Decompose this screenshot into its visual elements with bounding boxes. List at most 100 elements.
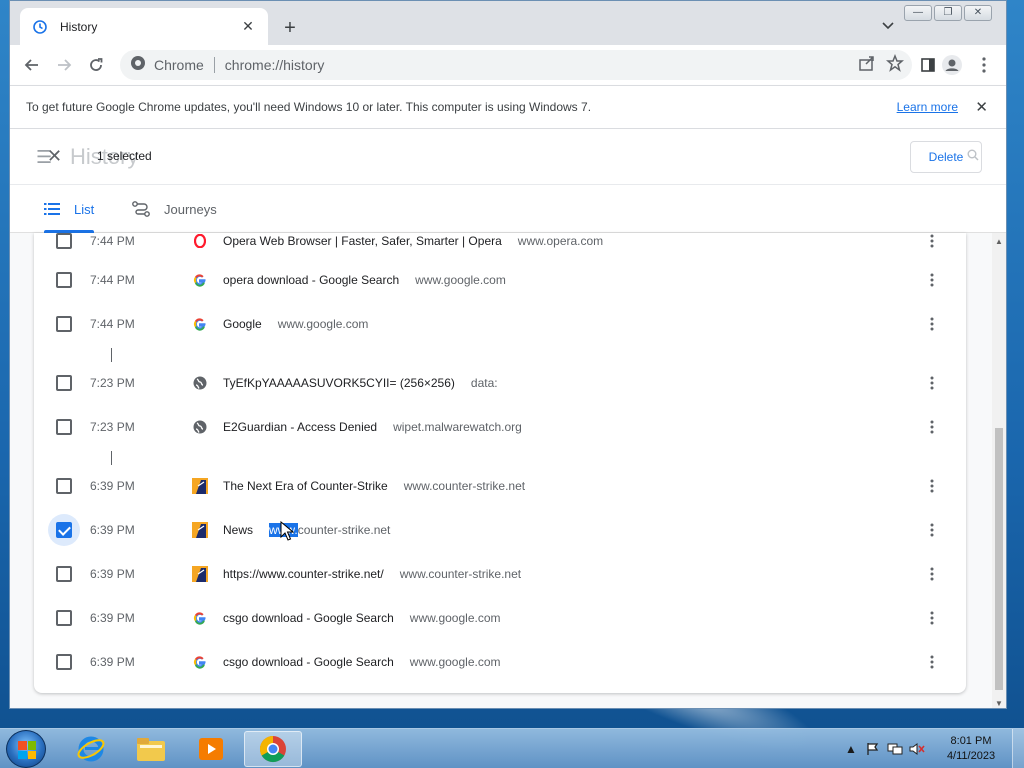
vertical-scrollbar[interactable]: ▲ ▼	[992, 233, 1006, 708]
list-icon	[44, 203, 60, 215]
tab-journeys-label: Journeys	[164, 201, 217, 217]
row-checkbox[interactable]	[56, 610, 72, 626]
page-title-text: TyEfKpYAAAAASUVORK5CYII= (256×256)	[223, 376, 455, 390]
delete-button[interactable]: Delete	[910, 141, 982, 173]
show-desktop-button[interactable]	[1012, 729, 1024, 768]
history-page: ☰ History ✕ 1 selected Delete List Journ…	[10, 129, 1006, 708]
history-entry-title[interactable]: csgo download - Google Search www.google.…	[223, 655, 501, 669]
row-more-actions-icon[interactable]	[924, 522, 940, 538]
row-checkbox[interactable]	[56, 272, 72, 288]
network-icon[interactable]	[886, 741, 904, 757]
tab-history[interactable]: History ✕	[20, 8, 268, 45]
taskbar-media-player[interactable]	[182, 731, 240, 767]
scroll-up-arrow-icon[interactable]: ▲	[995, 237, 1003, 246]
history-row[interactable]: 6:39 PM https://www.counter-strike.net/w…	[34, 552, 966, 596]
page-title-text: csgo download - Google Search	[223, 655, 394, 669]
learn-more-link[interactable]: Learn more	[897, 100, 958, 114]
visit-time: 7:23 PM	[90, 376, 135, 390]
history-entry-title[interactable]: TyEfKpYAAAAASUVORK5CYII= (256×256) data:	[223, 376, 498, 390]
taskbar-file-explorer[interactable]	[122, 731, 180, 767]
row-checkbox[interactable]	[56, 419, 72, 435]
back-button[interactable]	[16, 49, 48, 81]
maximize-button[interactable]: ❐	[934, 5, 962, 21]
history-row[interactable]: 6:39 PM The Next Era of Counter-Strike ww…	[34, 464, 966, 508]
row-checkbox[interactable]	[56, 375, 72, 391]
history-entry-title[interactable]: E2Guardian - Access Denied wipet.malwarew…	[223, 420, 522, 434]
history-row[interactable]: 7:44 PM Google www.google.com	[34, 302, 966, 346]
tab-journeys[interactable]: Journeys	[132, 185, 217, 233]
history-entry-title[interactable]: Google www.google.com	[223, 317, 368, 331]
system-tray: ▲ 8:01 PM 4/11/2023	[842, 729, 1024, 768]
start-button[interactable]	[6, 730, 46, 768]
row-more-actions-icon[interactable]	[924, 566, 940, 582]
forward-arrow-icon	[58, 59, 72, 71]
history-row[interactable]: 6:39 PM csgo download - Google Search www…	[34, 596, 966, 640]
row-checkbox[interactable]	[56, 233, 72, 249]
row-more-actions-icon[interactable]	[924, 478, 940, 494]
taskbar: ▲ 8:01 PM 4/11/2023	[0, 728, 1024, 768]
history-entry-title[interactable]: csgo download - Google Search www.google.…	[223, 611, 501, 625]
row-checkbox-checked[interactable]	[56, 522, 72, 538]
tab-list[interactable]: List	[44, 185, 95, 233]
row-more-actions-icon[interactable]	[924, 419, 940, 435]
show-hidden-icons-icon[interactable]: ▲	[842, 741, 860, 757]
visit-time: 7:44 PM	[90, 273, 135, 287]
row-checkbox[interactable]	[56, 478, 72, 494]
history-row[interactable]: 6:39 PM csgo download - Google Search www…	[34, 640, 966, 684]
history-entry-title[interactable]: The Next Era of Counter-Strike www.counte…	[223, 479, 525, 493]
reload-button[interactable]	[80, 49, 112, 81]
row-checkbox[interactable]	[56, 316, 72, 332]
close-window-button[interactable]: ✕	[964, 5, 992, 21]
scrollbar-thumb[interactable]	[995, 428, 1003, 690]
row-more-actions-icon[interactable]	[924, 654, 940, 670]
tab-close-icon[interactable]: ✕	[238, 17, 258, 37]
profile-button[interactable]	[936, 49, 968, 81]
row-more-actions-icon[interactable]	[924, 375, 940, 391]
volume-muted-icon[interactable]	[908, 741, 926, 757]
opera-favicon-icon	[192, 233, 208, 249]
tab-list-label: List	[74, 201, 95, 217]
side-panel-icon	[921, 58, 935, 72]
taskbar-chrome[interactable]	[244, 731, 302, 767]
row-checkbox[interactable]	[56, 566, 72, 582]
row-checkbox[interactable]	[56, 654, 72, 670]
action-center-flag-icon[interactable]	[864, 741, 882, 757]
url-text[interactable]: chrome://history	[225, 57, 325, 73]
chrome-menu-button[interactable]	[968, 49, 1000, 81]
scroll-down-arrow-icon[interactable]: ▼	[995, 699, 1003, 708]
row-more-actions-icon[interactable]	[924, 316, 940, 332]
tab-search-icon[interactable]	[878, 19, 898, 39]
row-more-actions-icon[interactable]	[924, 272, 940, 288]
taskbar-internet-explorer[interactable]	[62, 731, 120, 767]
history-entry-title[interactable]: Newswww.counter-strike.net	[223, 523, 390, 537]
share-icon[interactable]	[858, 54, 876, 77]
selected-count: 1 selected	[97, 149, 152, 163]
history-entry-title[interactable]: Opera Web Browser | Faster, Safer, Smart…	[223, 234, 603, 248]
history-row[interactable]: 7:23 PM TyEfKpYAAAAASUVORK5CYII= (256×25…	[34, 361, 966, 405]
history-entry-title[interactable]: https://www.counter-strike.net/www.count…	[223, 567, 521, 581]
row-more-actions-icon[interactable]	[924, 610, 940, 626]
clear-selection-icon[interactable]: ✕	[47, 146, 62, 167]
forward-button[interactable]	[48, 49, 80, 81]
update-infobar: To get future Google Chrome updates, you…	[10, 85, 1006, 129]
address-bar[interactable]: Chrome chrome://history	[120, 50, 912, 80]
page-title-text: Opera Web Browser | Faster, Safer, Smart…	[223, 234, 502, 248]
clock-date: 4/11/2023	[946, 750, 996, 762]
history-entry-title[interactable]: opera download - Google Search www.google…	[223, 273, 506, 287]
infobar-message: To get future Google Chrome updates, you…	[26, 100, 592, 114]
omnibox-actions	[858, 53, 904, 77]
history-row[interactable]: 7:44 PM opera download - Google Search ww…	[34, 258, 966, 302]
minimize-button[interactable]: —	[904, 5, 932, 21]
history-row[interactable]: 7:23 PM E2Guardian - Access Denied wipet.…	[34, 405, 966, 449]
visit-time: 7:44 PM	[90, 317, 135, 331]
chrome-app-icon	[259, 735, 286, 763]
bookmark-star-icon[interactable]	[886, 53, 904, 77]
new-tab-button[interactable]: +	[278, 18, 302, 42]
page-domain: www.opera.com	[517, 234, 604, 248]
omnibox-divider	[213, 57, 215, 73]
history-row-selected[interactable]: 6:39 PM Newswww.counter-strike.net	[34, 508, 966, 552]
system-clock[interactable]: 8:01 PM 4/11/2023	[936, 734, 1006, 764]
mouse-cursor-icon	[280, 521, 294, 541]
infobar-close-icon[interactable]: ✕	[975, 98, 988, 116]
row-more-actions-icon[interactable]	[924, 233, 940, 249]
